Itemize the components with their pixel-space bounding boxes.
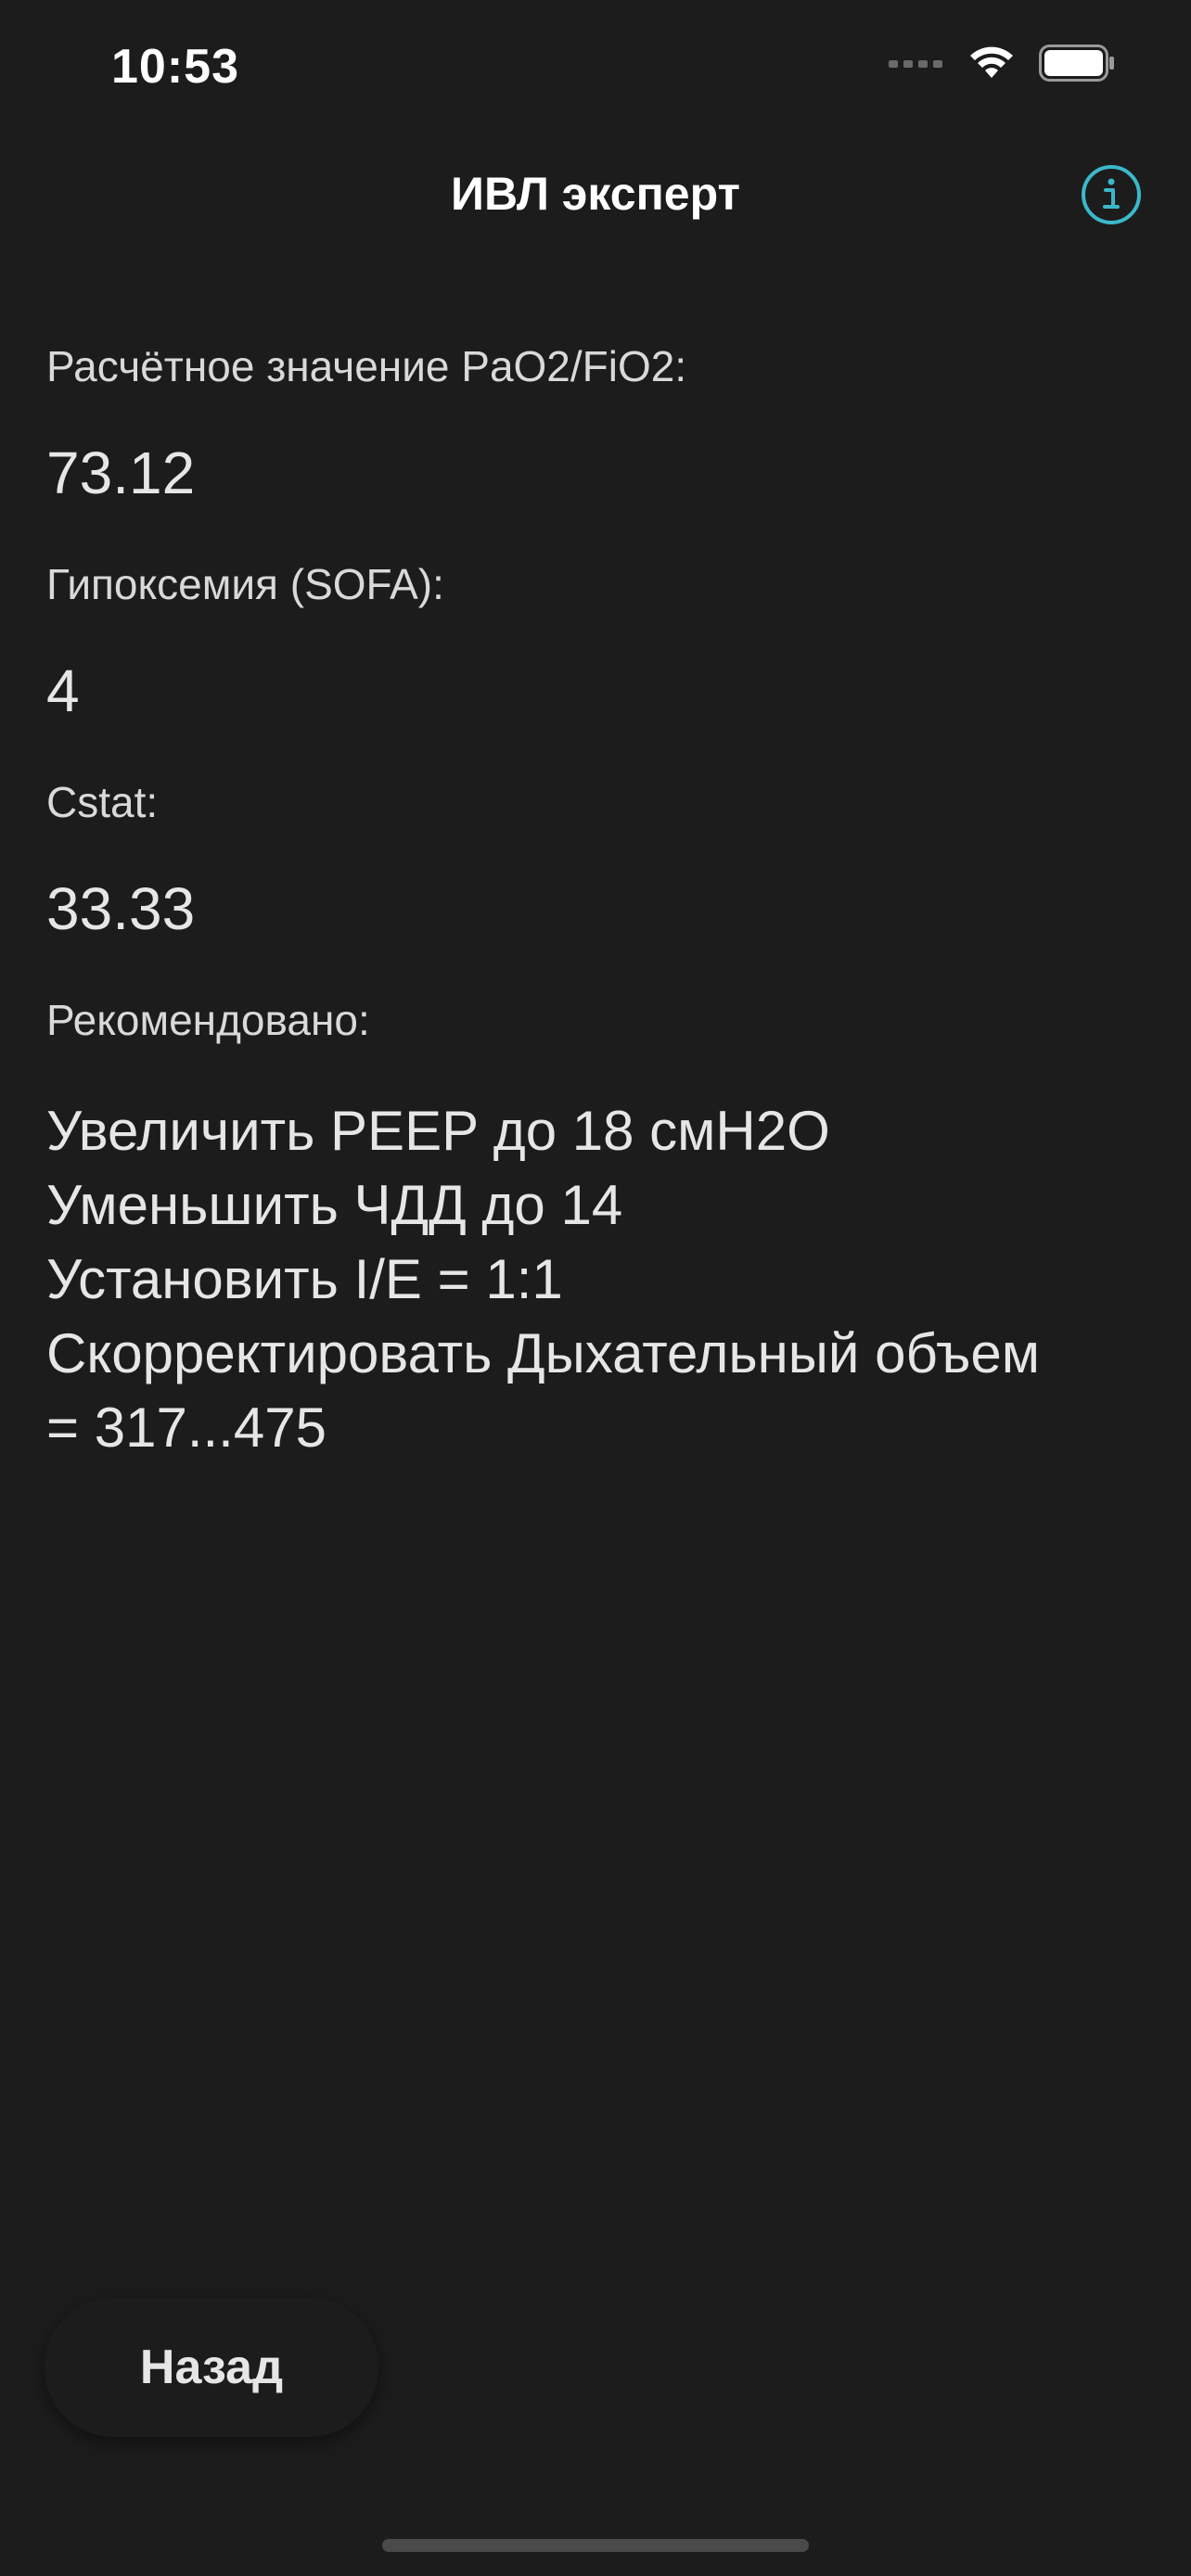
cellular-signal-icon — [889, 57, 944, 74]
page-title: ИВЛ эксперт — [451, 168, 740, 220]
recommendation-item: Скорректировать Дыхательный объем — [46, 1322, 1040, 1384]
pf-ratio-label: Расчётное значение PaO2/FiO2: — [46, 342, 687, 390]
recommendation-item: Установить I/E = 1:1 — [46, 1248, 563, 1310]
recommendation-item: = 317...475 — [46, 1396, 327, 1459]
back-button-label: Назад — [139, 2340, 284, 2394]
battery-icon — [1039, 45, 1115, 86]
info-button[interactable] — [1080, 163, 1143, 226]
info-circle-icon — [1082, 165, 1141, 224]
status-time: 10:53 — [111, 40, 239, 94]
sofa-value: 4 — [46, 657, 80, 724]
sofa-label: Гипоксемия (SOFA): — [46, 560, 444, 608]
recommendations-list: Увеличить PEEP до 18 смН2О Уменьшить ЧДД… — [46, 1094, 1150, 1465]
home-indicator — [382, 2539, 809, 2552]
status-bar: 10:53 — [0, 0, 1191, 130]
recommendation-item: Уменьшить ЧДД до 14 — [46, 1174, 623, 1236]
recommendation-item: Увеличить PEEP до 18 смН2О — [46, 1100, 830, 1162]
nav-bar: ИВЛ эксперт — [0, 148, 1191, 241]
cstat-value: 33.33 — [46, 875, 196, 942]
status-icons — [889, 45, 1115, 86]
wifi-icon — [968, 45, 1015, 86]
cstat-label: Cstat: — [46, 778, 159, 826]
pf-ratio-value: 73.12 — [46, 440, 196, 506]
recommendations-label: Рекомендовано: — [46, 996, 370, 1044]
back-button[interactable]: Назад — [45, 2298, 378, 2437]
